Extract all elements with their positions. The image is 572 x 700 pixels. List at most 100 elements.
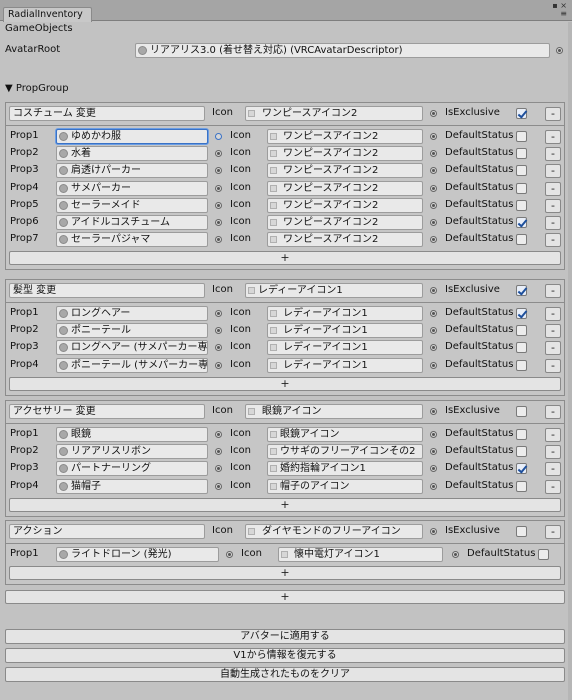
default-status-checkbox[interactable] bbox=[516, 234, 527, 246]
default-status-checkbox[interactable] bbox=[516, 148, 527, 160]
remove-prop-button[interactable]: - bbox=[545, 479, 561, 494]
prop-icon-picker-icon[interactable] bbox=[430, 184, 437, 192]
window-tab[interactable]: RadialInventory bbox=[3, 7, 92, 22]
remove-prop-button[interactable]: - bbox=[545, 445, 561, 460]
prop-icon-field[interactable]: 帽子のアイコン bbox=[267, 478, 423, 494]
is-exclusive-checkbox[interactable] bbox=[516, 526, 527, 537]
remove-prop-button[interactable]: - bbox=[545, 307, 561, 321]
group-icon-picker-icon[interactable] bbox=[430, 110, 437, 117]
prop-icon-field[interactable]: ワンピースアイコン2 bbox=[267, 197, 423, 213]
add-prop-button[interactable]: + bbox=[9, 251, 561, 266]
prop-object-field[interactable]: セーラーメイド bbox=[56, 197, 208, 213]
default-status-checkbox[interactable] bbox=[516, 429, 527, 440]
group-icon-field[interactable]: ワンピースアイコン2 bbox=[245, 106, 423, 121]
prop-icon-field[interactable]: レディーアイコン1 bbox=[267, 306, 423, 321]
prop-object-field[interactable]: 眼鏡 bbox=[56, 427, 208, 442]
add-group-button[interactable]: + bbox=[5, 590, 565, 604]
remove-prop-button[interactable]: - bbox=[545, 130, 561, 144]
prop-object-picker-icon[interactable] bbox=[215, 184, 222, 192]
prop-object-picker-icon[interactable] bbox=[226, 551, 233, 558]
remove-prop-button[interactable]: - bbox=[545, 462, 561, 477]
default-status-checkbox[interactable] bbox=[538, 549, 549, 560]
prop-icon-picker-icon[interactable] bbox=[430, 219, 437, 226]
add-prop-button[interactable]: + bbox=[9, 497, 561, 512]
prop-object-field[interactable]: ポニーテール bbox=[56, 323, 208, 339]
default-status-checkbox[interactable] bbox=[516, 217, 527, 228]
remove-prop-button[interactable]: - bbox=[545, 147, 561, 162]
group-name-field[interactable]: アクション bbox=[9, 524, 205, 539]
prop-icon-picker-icon[interactable] bbox=[430, 201, 437, 209]
window-controls[interactable]: ▪ × ≡ bbox=[552, 2, 567, 18]
default-status-checkbox[interactable] bbox=[516, 359, 527, 371]
prop-icon-field[interactable]: レディーアイコン1 bbox=[267, 357, 423, 373]
remove-group-button[interactable]: - bbox=[545, 284, 561, 298]
is-exclusive-checkbox[interactable] bbox=[516, 108, 527, 119]
remove-prop-button[interactable]: - bbox=[545, 324, 561, 339]
prop-icon-field[interactable]: ワンピースアイコン2 bbox=[267, 129, 423, 144]
remove-group-button[interactable]: - bbox=[545, 525, 561, 539]
default-status-checkbox[interactable] bbox=[516, 308, 527, 319]
remove-prop-button[interactable]: - bbox=[545, 216, 561, 230]
remove-group-button[interactable]: - bbox=[545, 405, 561, 419]
add-prop-button[interactable]: + bbox=[9, 566, 561, 581]
group-icon-picker-icon[interactable] bbox=[430, 408, 437, 415]
prop-icon-field[interactable]: ワンピースアイコン2 bbox=[267, 180, 423, 196]
restore-from-v1-button[interactable]: V1から情報を復元する bbox=[5, 648, 565, 663]
remove-prop-button[interactable]: - bbox=[545, 164, 561, 179]
default-status-checkbox[interactable] bbox=[516, 165, 527, 177]
prop-icon-field[interactable]: ワンピースアイコン2 bbox=[267, 163, 423, 179]
prop-object-field[interactable]: ロングヘアー bbox=[56, 306, 208, 321]
prop-object-field[interactable]: 猫帽子 bbox=[56, 478, 208, 494]
default-status-checkbox[interactable] bbox=[516, 182, 527, 194]
prop-object-field[interactable]: サメパーカー bbox=[56, 180, 208, 196]
prop-object-picker-icon[interactable] bbox=[215, 133, 222, 140]
clear-generated-button[interactable]: 自動生成されたものをクリア bbox=[5, 667, 565, 682]
prop-object-field[interactable]: セーラーパジャマ bbox=[56, 232, 208, 248]
group-icon-picker-icon[interactable] bbox=[430, 287, 437, 294]
apply-to-avatar-button[interactable]: アバターに適用する bbox=[5, 629, 565, 644]
prop-icon-picker-icon[interactable] bbox=[430, 361, 437, 369]
default-status-checkbox[interactable] bbox=[516, 480, 527, 492]
prop-object-picker-icon[interactable] bbox=[215, 310, 222, 317]
prop-icon-field[interactable]: ウサギのフリーアイコンその2 bbox=[267, 444, 423, 460]
group-icon-field[interactable]: レディーアイコン1 bbox=[245, 283, 423, 298]
prop-icon-field[interactable]: ワンピースアイコン2 bbox=[267, 232, 423, 248]
group-icon-field[interactable]: 眼鏡アイコン bbox=[245, 404, 423, 419]
default-status-checkbox[interactable] bbox=[516, 131, 527, 142]
remove-prop-button[interactable]: - bbox=[545, 233, 561, 248]
prop-icon-field[interactable]: 婚約指輪アイコン1 bbox=[267, 461, 423, 477]
prop-icon-field[interactable]: ワンピースアイコン2 bbox=[267, 146, 423, 162]
avatar-root-field[interactable]: リアアリス3.0 (着せ替え対応) (VRCAvatarDescriptor) bbox=[135, 43, 550, 58]
scrollbar[interactable] bbox=[568, 22, 572, 700]
avatar-root-picker-icon[interactable] bbox=[556, 47, 563, 54]
default-status-checkbox[interactable] bbox=[516, 463, 527, 475]
is-exclusive-checkbox[interactable] bbox=[516, 406, 527, 417]
prop-object-field[interactable]: 水着 bbox=[56, 146, 208, 162]
prop-object-field[interactable]: ポニーテール (サメパーカー専用) bbox=[56, 357, 208, 373]
prop-object-field[interactable]: リアアリスリボン bbox=[56, 444, 208, 460]
prop-icon-field[interactable]: 懐中電灯アイコン1 bbox=[278, 547, 443, 562]
default-status-checkbox[interactable] bbox=[516, 199, 527, 211]
group-icon-field[interactable]: ダイヤモンドのフリーアイコン bbox=[245, 524, 423, 539]
default-status-checkbox[interactable] bbox=[516, 342, 527, 354]
add-prop-button[interactable]: + bbox=[9, 376, 561, 391]
prop-icon-picker-icon[interactable] bbox=[430, 482, 437, 490]
prop-icon-field[interactable]: 眼鏡アイコン bbox=[267, 427, 423, 442]
prop-icon-field[interactable]: レディーアイコン1 bbox=[267, 323, 423, 339]
prop-object-picker-icon[interactable] bbox=[215, 482, 222, 490]
prop-object-field[interactable]: 肩透けパーカー bbox=[56, 163, 208, 179]
is-exclusive-checkbox[interactable] bbox=[516, 285, 527, 296]
remove-prop-button[interactable]: - bbox=[545, 181, 561, 196]
group-name-field[interactable]: 髪型 変更 bbox=[9, 283, 205, 298]
prop-icon-field[interactable]: レディーアイコン1 bbox=[267, 340, 423, 356]
prop-icon-picker-icon[interactable] bbox=[452, 551, 459, 558]
group-name-field[interactable]: アクセサリー 変更 bbox=[9, 404, 205, 419]
group-name-field[interactable]: コスチューム 変更 bbox=[9, 106, 205, 121]
prop-icon-picker-icon[interactable] bbox=[430, 310, 437, 317]
remove-prop-button[interactable]: - bbox=[545, 428, 561, 442]
remove-prop-button[interactable]: - bbox=[545, 341, 561, 356]
remove-prop-button[interactable]: - bbox=[545, 198, 561, 213]
default-status-checkbox[interactable] bbox=[516, 446, 527, 458]
propgroup-foldout[interactable]: ▼ PropGroup bbox=[5, 83, 69, 94]
prop-icon-picker-icon[interactable] bbox=[430, 431, 437, 438]
